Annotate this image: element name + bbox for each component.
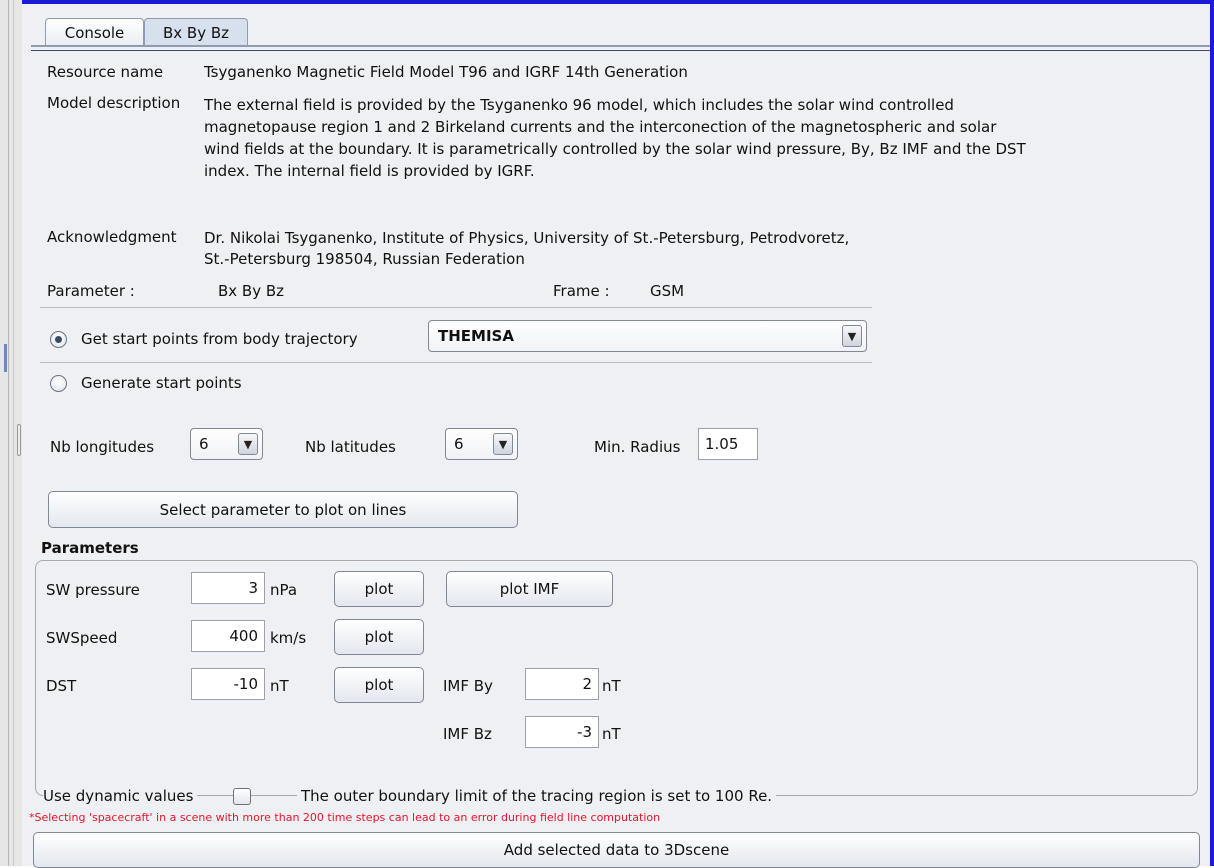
sw-speed-plot-button[interactable]: plot [334,619,424,655]
tab-label: Bx By Bz [162,24,230,42]
splitter-handle[interactable] [17,424,21,456]
tab-underline [31,50,1210,51]
sw-pressure-label: SW pressure [46,581,140,599]
description-line: magnetopause region 1 and 2 Birkeland cu… [204,118,997,136]
use-dynamic-label: Use dynamic values [43,787,198,806]
chevron-down-icon[interactable]: ▼ [238,433,258,455]
dst-unit: nT [270,677,289,695]
select-value: 6 [454,435,464,453]
sw-pressure-unit: nPa [270,581,298,599]
divider [8,0,9,866]
nb-latitudes-label: Nb latitudes [305,438,396,456]
frame-label: Frame : [553,282,610,300]
parameter-label: Parameter : [47,282,135,300]
boundary-note: The outer boundary limit of the tracing … [297,787,777,806]
chevron-down-icon[interactable]: ▼ [493,433,513,455]
tab-label: Console [64,24,125,42]
dst-label: DST [46,677,77,695]
acknowledgment-line: St.-Petersburg 198504, Russian Federatio… [204,250,525,268]
select-value: THEMISA [438,327,514,345]
dst-input[interactable]: -10 [191,668,265,700]
chevron-down-icon[interactable]: ▼ [842,325,862,347]
select-parameter-button[interactable]: Select parameter to plot on lines [48,491,518,528]
imf-bz-input[interactable]: -3 [525,716,599,748]
parameters-title: Parameters [41,539,139,557]
sw-speed-label: SWSpeed [46,629,118,647]
imf-by-input[interactable]: 2 [525,668,599,700]
resource-name-value: Tsyganenko Magnetic Field Model T96 and … [204,63,688,81]
sw-pressure-plot-button[interactable]: plot [334,571,424,607]
radio-trajectory[interactable] [50,331,67,348]
acknowledgment-text: Dr. Nikolai Tsyganenko, Institute of Phy… [204,228,1104,270]
radio-selected-dot [55,336,62,343]
resource-name-label: Resource name [47,63,164,81]
use-dynamic-checkbox[interactable] [233,788,251,805]
sw-pressure-input[interactable]: 3 [191,572,265,604]
description-line: wind fields at the boundary. It is param… [204,140,1026,158]
frame-value: GSM [650,282,685,300]
divider [13,0,14,866]
sw-speed-input[interactable]: 400 [191,620,265,652]
model-description-text: The external field is provided by the Ts… [204,94,1164,182]
sw-speed-unit: km/s [270,629,307,647]
separator [40,307,872,308]
model-description-label: Model description [47,94,181,112]
splitter-marker [4,344,7,372]
parameter-value: Bx By Bz [218,282,285,300]
plot-imf-button[interactable]: plot IMF [446,571,613,607]
radio-trajectory-label[interactable]: Get start points from body trajectory [81,330,358,349]
nb-latitudes-select[interactable]: 6 ▼ [445,428,518,460]
add-to-3dscene-button[interactable]: Add selected data to 3Dscene [33,832,1200,868]
imf-by-label: IMF By [443,677,493,695]
description-line: index. The internal field is provided by… [204,162,535,180]
min-radius-input[interactable]: 1.05 [698,428,758,460]
min-radius-label: Min. Radius [594,438,681,456]
tab-bx-by-bz[interactable]: Bx By Bz [144,18,248,47]
radio-generate[interactable] [50,375,67,392]
dst-plot-button[interactable]: plot [334,667,424,703]
body-trajectory-select[interactable]: THEMISA ▼ [428,320,867,352]
select-value: 6 [199,435,209,453]
radio-generate-label[interactable]: Generate start points [81,374,242,393]
acknowledgment-label: Acknowledgment [47,228,177,246]
warning-text: *Selecting 'spacecraft' in a scene with … [29,811,661,824]
description-line: The external field is provided by the Ts… [204,96,954,114]
imf-bz-label: IMF Bz [443,725,492,743]
tab-underline [31,45,1210,47]
nb-longitudes-label: Nb longitudes [50,438,155,456]
separator [40,362,872,363]
imf-bz-unit: nT [602,725,621,743]
acknowledgment-line: Dr. Nikolai Tsyganenko, Institute of Phy… [204,229,850,247]
imf-by-unit: nT [602,677,621,695]
tab-console[interactable]: Console [45,18,144,47]
nb-longitudes-select[interactable]: 6 ▼ [190,428,263,460]
